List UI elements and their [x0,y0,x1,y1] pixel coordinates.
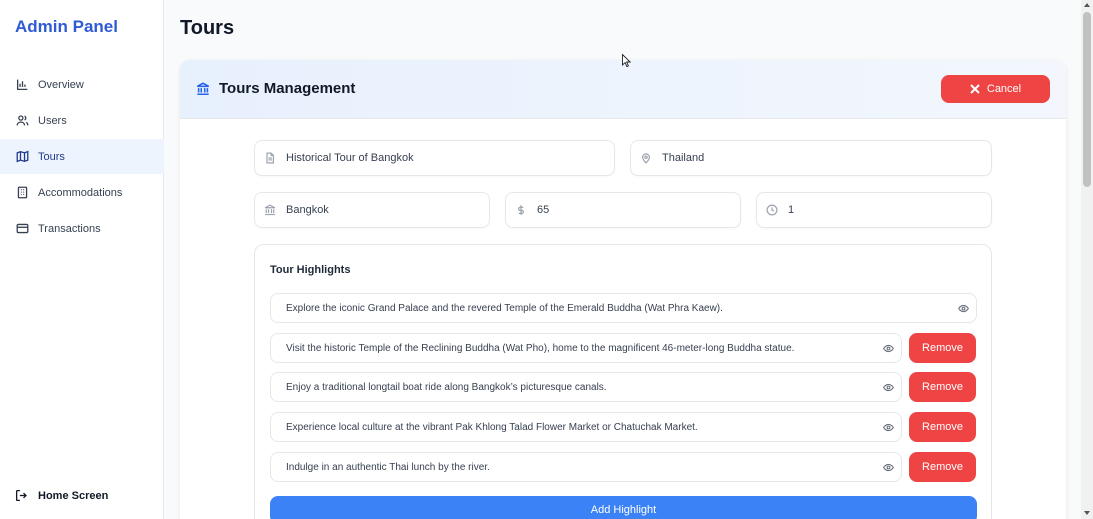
map-pin-icon [639,151,653,165]
sidebar-item-label: Accommodations [38,186,123,199]
highlight-input[interactable]: Visit the historic Temple of the Reclini… [270,333,902,363]
cancel-button[interactable]: Cancel [941,75,1050,103]
tour-highlights-panel: Tour Highlights Explore the iconic Grand… [254,244,992,519]
sidebar-item-tours[interactable]: Tours [0,139,164,174]
country-value: Thailand [662,152,705,164]
price-field[interactable]: 65 [505,192,741,228]
highlight-input[interactable]: Explore the iconic Grand Palace and the … [270,293,977,323]
tours-management-card: Tours Management Cancel Historical Tour … [180,60,1066,519]
tour-name-value: Historical Tour of Bangkok [286,152,414,164]
tour-name-field[interactable]: Historical Tour of Bangkok [254,140,615,176]
brand-title: Admin Panel [15,17,118,36]
remove-highlight-button[interactable]: Remove [909,452,976,482]
remove-highlight-button[interactable]: Remove [909,412,976,442]
highlight-input[interactable]: Indulge in an authentic Thai lunch by th… [270,452,902,482]
highlight-input[interactable]: Enjoy a traditional longtail boat ride a… [270,372,902,402]
landmark-icon [196,81,210,96]
remove-highlight-button[interactable]: Remove [909,333,976,363]
price-value: 65 [537,204,550,216]
sidebar-item-transactions[interactable]: Transactions [0,211,164,246]
duration-value: 1 [788,204,795,216]
page-title: Tours [180,17,235,39]
building-icon [15,186,29,200]
sidebar-item-label: Transactions [38,222,101,235]
document-icon [263,151,277,165]
eye-icon[interactable] [883,382,895,394]
clock-icon [765,203,779,217]
remove-highlight-button[interactable]: Remove [909,372,976,402]
landmark-icon [263,203,277,217]
duration-field[interactable]: 1 [756,192,992,228]
city-value: Bangkok [286,204,329,216]
highlight-text: Explore the iconic Grand Palace and the … [286,302,723,314]
close-icon [970,84,980,94]
eye-icon[interactable] [883,343,895,355]
highlights-title: Tour Highlights [270,264,351,276]
eye-icon[interactable] [883,422,895,434]
country-field[interactable]: Thailand [630,140,992,176]
city-field[interactable]: Bangkok [254,192,490,228]
home-screen-label: Home Screen [38,489,109,502]
bar-chart-icon [15,78,29,92]
credit-card-icon [15,222,29,236]
vertical-scrollbar[interactable] [1081,0,1093,519]
cancel-label: Cancel [986,83,1022,95]
card-title: Tours Management [196,80,355,97]
eye-icon[interactable] [883,462,895,474]
home-screen-link[interactable]: Home Screen [15,489,108,502]
sidebar: Admin Panel Overview Users Tours Accommo… [0,0,164,519]
sidebar-item-label: Overview [38,78,84,91]
scroll-down-arrow-icon[interactable] [1084,511,1090,515]
card-header: Tours Management Cancel [180,60,1066,119]
sidebar-item-label: Tours [38,150,65,163]
highlight-text: Indulge in an authentic Thai lunch by th… [286,461,490,473]
sidebar-item-overview[interactable]: Overview [0,67,164,102]
map-icon [15,150,29,164]
logout-icon [15,489,28,502]
add-highlight-button[interactable]: Add Highlight [270,496,977,519]
scrollbar-thumb[interactable] [1083,12,1091,187]
highlight-text: Experience local culture at the vibrant … [286,421,698,433]
sidebar-item-label: Users [38,114,67,127]
highlight-text: Visit the historic Temple of the Reclini… [286,342,795,354]
eye-icon[interactable] [958,303,970,315]
highlight-text: Enjoy a traditional longtail boat ride a… [286,381,607,393]
sidebar-item-users[interactable]: Users [0,103,164,138]
sidebar-item-accommodations[interactable]: Accommodations [0,175,164,210]
users-icon [15,114,29,128]
highlight-input[interactable]: Experience local culture at the vibrant … [270,412,902,442]
dollar-icon [514,203,528,217]
scroll-up-arrow-icon[interactable] [1084,3,1090,7]
card-title-text: Tours Management [219,80,356,97]
mouse-cursor-icon [622,54,631,67]
